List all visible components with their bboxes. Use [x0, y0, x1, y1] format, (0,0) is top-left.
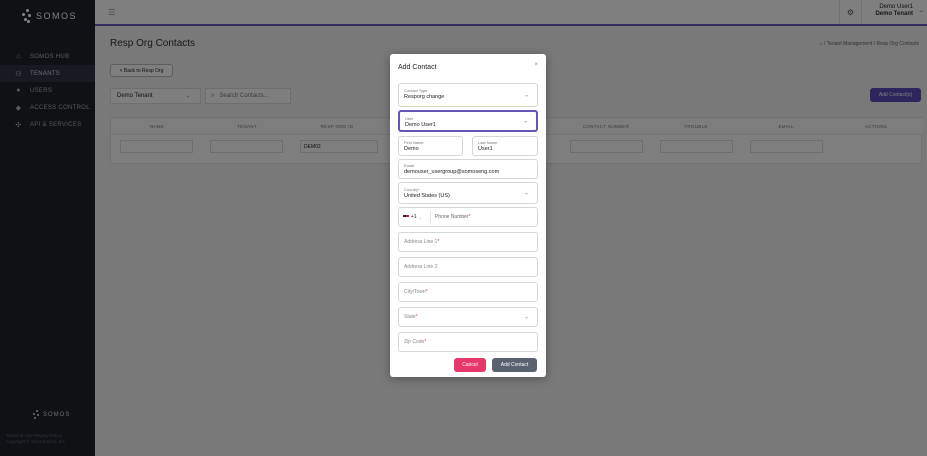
user-select[interactable]: User Demo User1 ⌄ [398, 110, 538, 132]
contact-type-select[interactable]: Contact Type Resporg change ⌄ [398, 83, 538, 107]
zip-code-placeholder: Zip Code* [404, 339, 426, 345]
last-name-value: User1 [478, 146, 493, 152]
phone-placeholder-text: Phone Number [435, 214, 469, 220]
us-flag-icon [403, 215, 409, 219]
required-mark: * [418, 187, 420, 192]
country-label-text: Country [404, 187, 419, 192]
address-line-1-field[interactable]: Address Line 1* [398, 232, 538, 252]
zip-code-placeholder-text: Zip Code [404, 339, 425, 345]
address-line-1-placeholder: Address Line 1* [404, 239, 439, 245]
phone-placeholder: Phone Number* [435, 214, 471, 220]
country-code-selector[interactable]: +1 ⌄ [403, 214, 422, 220]
state-placeholder: State* [404, 314, 418, 320]
divider [430, 211, 431, 223]
chevron-down-icon: ⌄ [522, 118, 528, 125]
chevron-down-icon: ⌄ [523, 314, 529, 321]
country-value: United States (US) [404, 193, 450, 199]
required-mark: * [415, 314, 418, 320]
required-mark: * [468, 214, 471, 220]
required-mark: * [425, 289, 428, 295]
state-select[interactable]: State* ⌄ [398, 307, 538, 327]
chevron-down-icon: ⌄ [523, 92, 529, 99]
required-mark: * [437, 239, 440, 245]
first-name-label: First Name [404, 140, 424, 145]
state-placeholder-text: State [404, 314, 416, 320]
address-line-2-placeholder: Address Line 2 [404, 264, 438, 270]
country-code: +1 [411, 214, 417, 220]
contact-type-label: Contact Type [404, 88, 428, 93]
email-field[interactable]: Email demouser_usergroup@somoseng.com [398, 159, 538, 179]
address-line-2-field[interactable]: Address Line 2 [398, 257, 538, 277]
city-placeholder-text: City/Town [404, 289, 426, 295]
country-select[interactable]: Country* United States (US) ⌄ [398, 182, 538, 204]
user-label: User [405, 116, 414, 121]
chevron-down-icon: ⌄ [523, 190, 529, 197]
add-contact-modal: Add Contact × Contact Type Resporg chang… [390, 54, 546, 377]
address-line-1-placeholder-text: Address Line 1 [404, 239, 438, 245]
add-contact-button[interactable]: Add Contact [492, 358, 537, 372]
modal-title: Add Contact [398, 64, 437, 71]
phone-field[interactable]: +1 ⌄ Phone Number* [398, 207, 538, 227]
required-mark: * [424, 339, 427, 345]
user-value: Demo User1 [405, 122, 436, 128]
zip-code-field[interactable]: Zip Code* [398, 332, 538, 352]
last-name-label: Last Name [478, 140, 498, 145]
close-icon[interactable]: × [534, 62, 538, 68]
cancel-button[interactable]: Cancel [454, 358, 486, 372]
city-field[interactable]: City/Town* [398, 282, 538, 302]
first-name-value: Demo [404, 146, 419, 152]
email-label: Email [404, 163, 415, 168]
first-name-field[interactable]: First Name Demo [398, 136, 463, 156]
city-placeholder: City/Town* [404, 289, 428, 295]
chevron-down-icon: ⌄ [418, 214, 423, 220]
last-name-field[interactable]: Last Name User1 [472, 136, 538, 156]
country-label: Country* [404, 187, 420, 192]
contact-type-value: Resporg change [404, 94, 445, 100]
email-value: demouser_usergroup@somoseng.com [404, 169, 500, 175]
